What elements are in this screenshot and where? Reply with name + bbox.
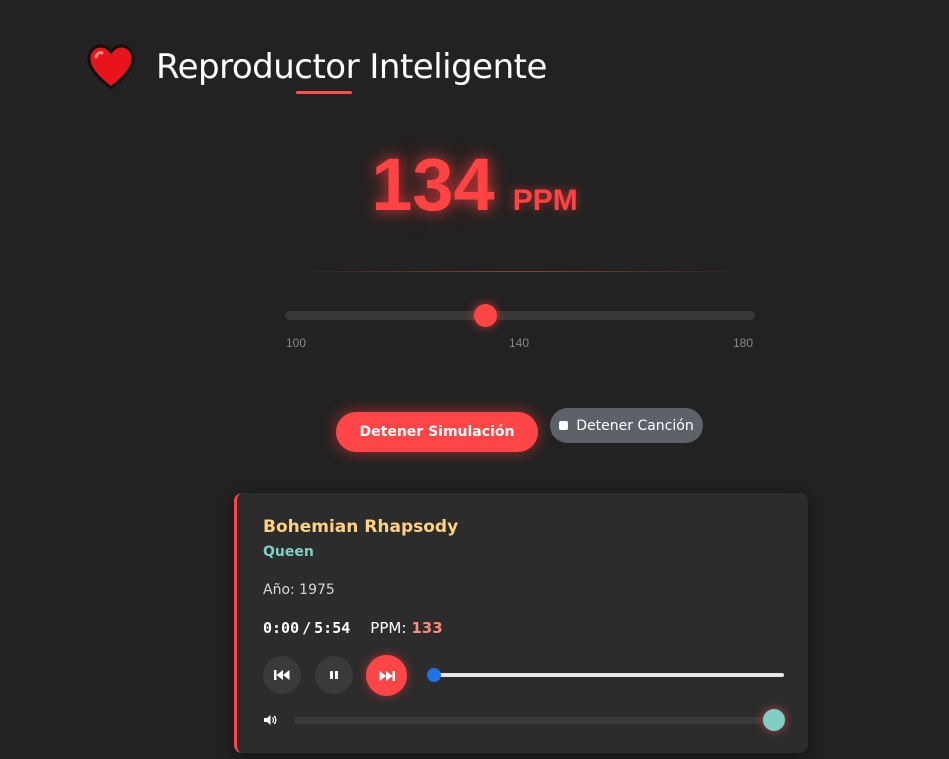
- divider: [285, 271, 755, 272]
- volume-icon: [264, 715, 277, 725]
- bpm-tick-min: 100: [286, 336, 307, 350]
- stop-simulation-button[interactable]: Detener Simulación: [336, 412, 538, 452]
- pause-icon: [330, 671, 338, 679]
- stop-icon: [559, 421, 569, 430]
- bpm-slider-thumb[interactable]: [473, 304, 497, 327]
- stop-simulation-label: Detener Simulación: [359, 424, 515, 440]
- next-button[interactable]: [366, 655, 407, 696]
- volume-slider-thumb[interactable]: [763, 709, 785, 731]
- bpm-display: 134 PPM: [0, 142, 949, 227]
- song-ppm-label: PPM:: [370, 619, 407, 637]
- current-time: 0:00: [263, 619, 300, 637]
- song-progress-thumb[interactable]: [427, 668, 441, 682]
- previous-button[interactable]: [263, 656, 301, 694]
- stop-song-button[interactable]: Detener Canción: [550, 408, 703, 443]
- bpm-value: 134: [371, 143, 495, 226]
- pause-button[interactable]: [315, 656, 353, 694]
- bpm-tick-max: 180: [733, 336, 754, 350]
- volume-slider[interactable]: [294, 709, 785, 731]
- song-title: Bohemian Rhapsody: [263, 517, 459, 537]
- bpm-tick-mid: 140: [509, 336, 530, 350]
- skip-previous-icon: [274, 670, 290, 680]
- stop-song-label: Detener Canción: [576, 417, 694, 434]
- song-card: Bohemian Rhapsody Queen Año: 1975 0:00 /…: [234, 493, 808, 753]
- page-title: Reproductor Inteligente: [156, 47, 547, 87]
- time-row: 0:00 / 5:54 PPM: 133: [263, 619, 443, 637]
- song-artist: Queen: [263, 544, 314, 560]
- song-ppm-value: 133: [411, 619, 443, 637]
- bpm-slider[interactable]: [285, 304, 755, 327]
- total-time: 5:54: [314, 619, 351, 637]
- heart-icon: [87, 44, 135, 90]
- title-underline: [296, 91, 352, 94]
- bpm-unit: PPM: [512, 184, 578, 217]
- app-header: Reproductor Inteligente: [86, 40, 547, 94]
- skip-next-icon: [379, 670, 395, 681]
- song-progress-bar[interactable]: [427, 668, 784, 682]
- time-separator: /: [302, 619, 312, 637]
- song-year: Año: 1975: [263, 582, 335, 598]
